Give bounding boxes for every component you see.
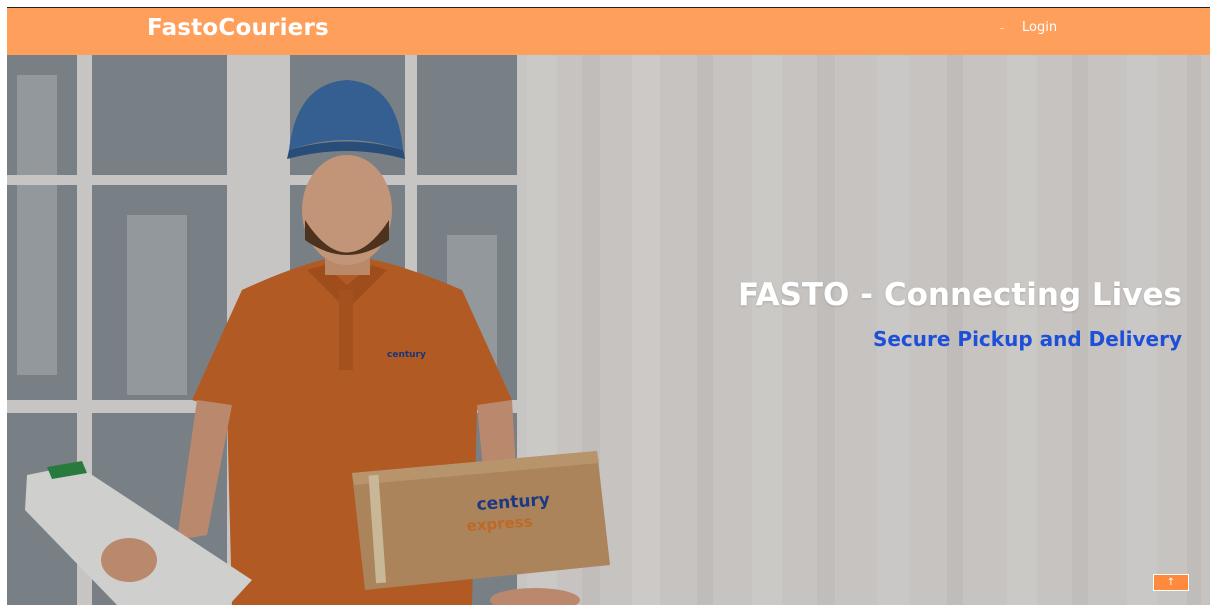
nav-separator xyxy=(1000,28,1004,29)
brand-logo[interactable]: FastoCouriers xyxy=(147,15,329,41)
navbar: FastoCouriers Login xyxy=(7,8,1210,55)
hero-title: FASTO - Connecting Lives xyxy=(737,277,1182,313)
login-link[interactable]: Login xyxy=(1022,20,1057,35)
page-frame: FastoCouriers Login century century expr… xyxy=(7,7,1210,605)
hero-subtitle: Secure Pickup and Delivery xyxy=(872,327,1182,351)
arrow-up-icon: ↑ xyxy=(1166,577,1176,588)
back-to-top-button[interactable]: ↑ xyxy=(1153,574,1189,591)
hero-section: century century express FASTO - Connecti… xyxy=(7,55,1210,605)
